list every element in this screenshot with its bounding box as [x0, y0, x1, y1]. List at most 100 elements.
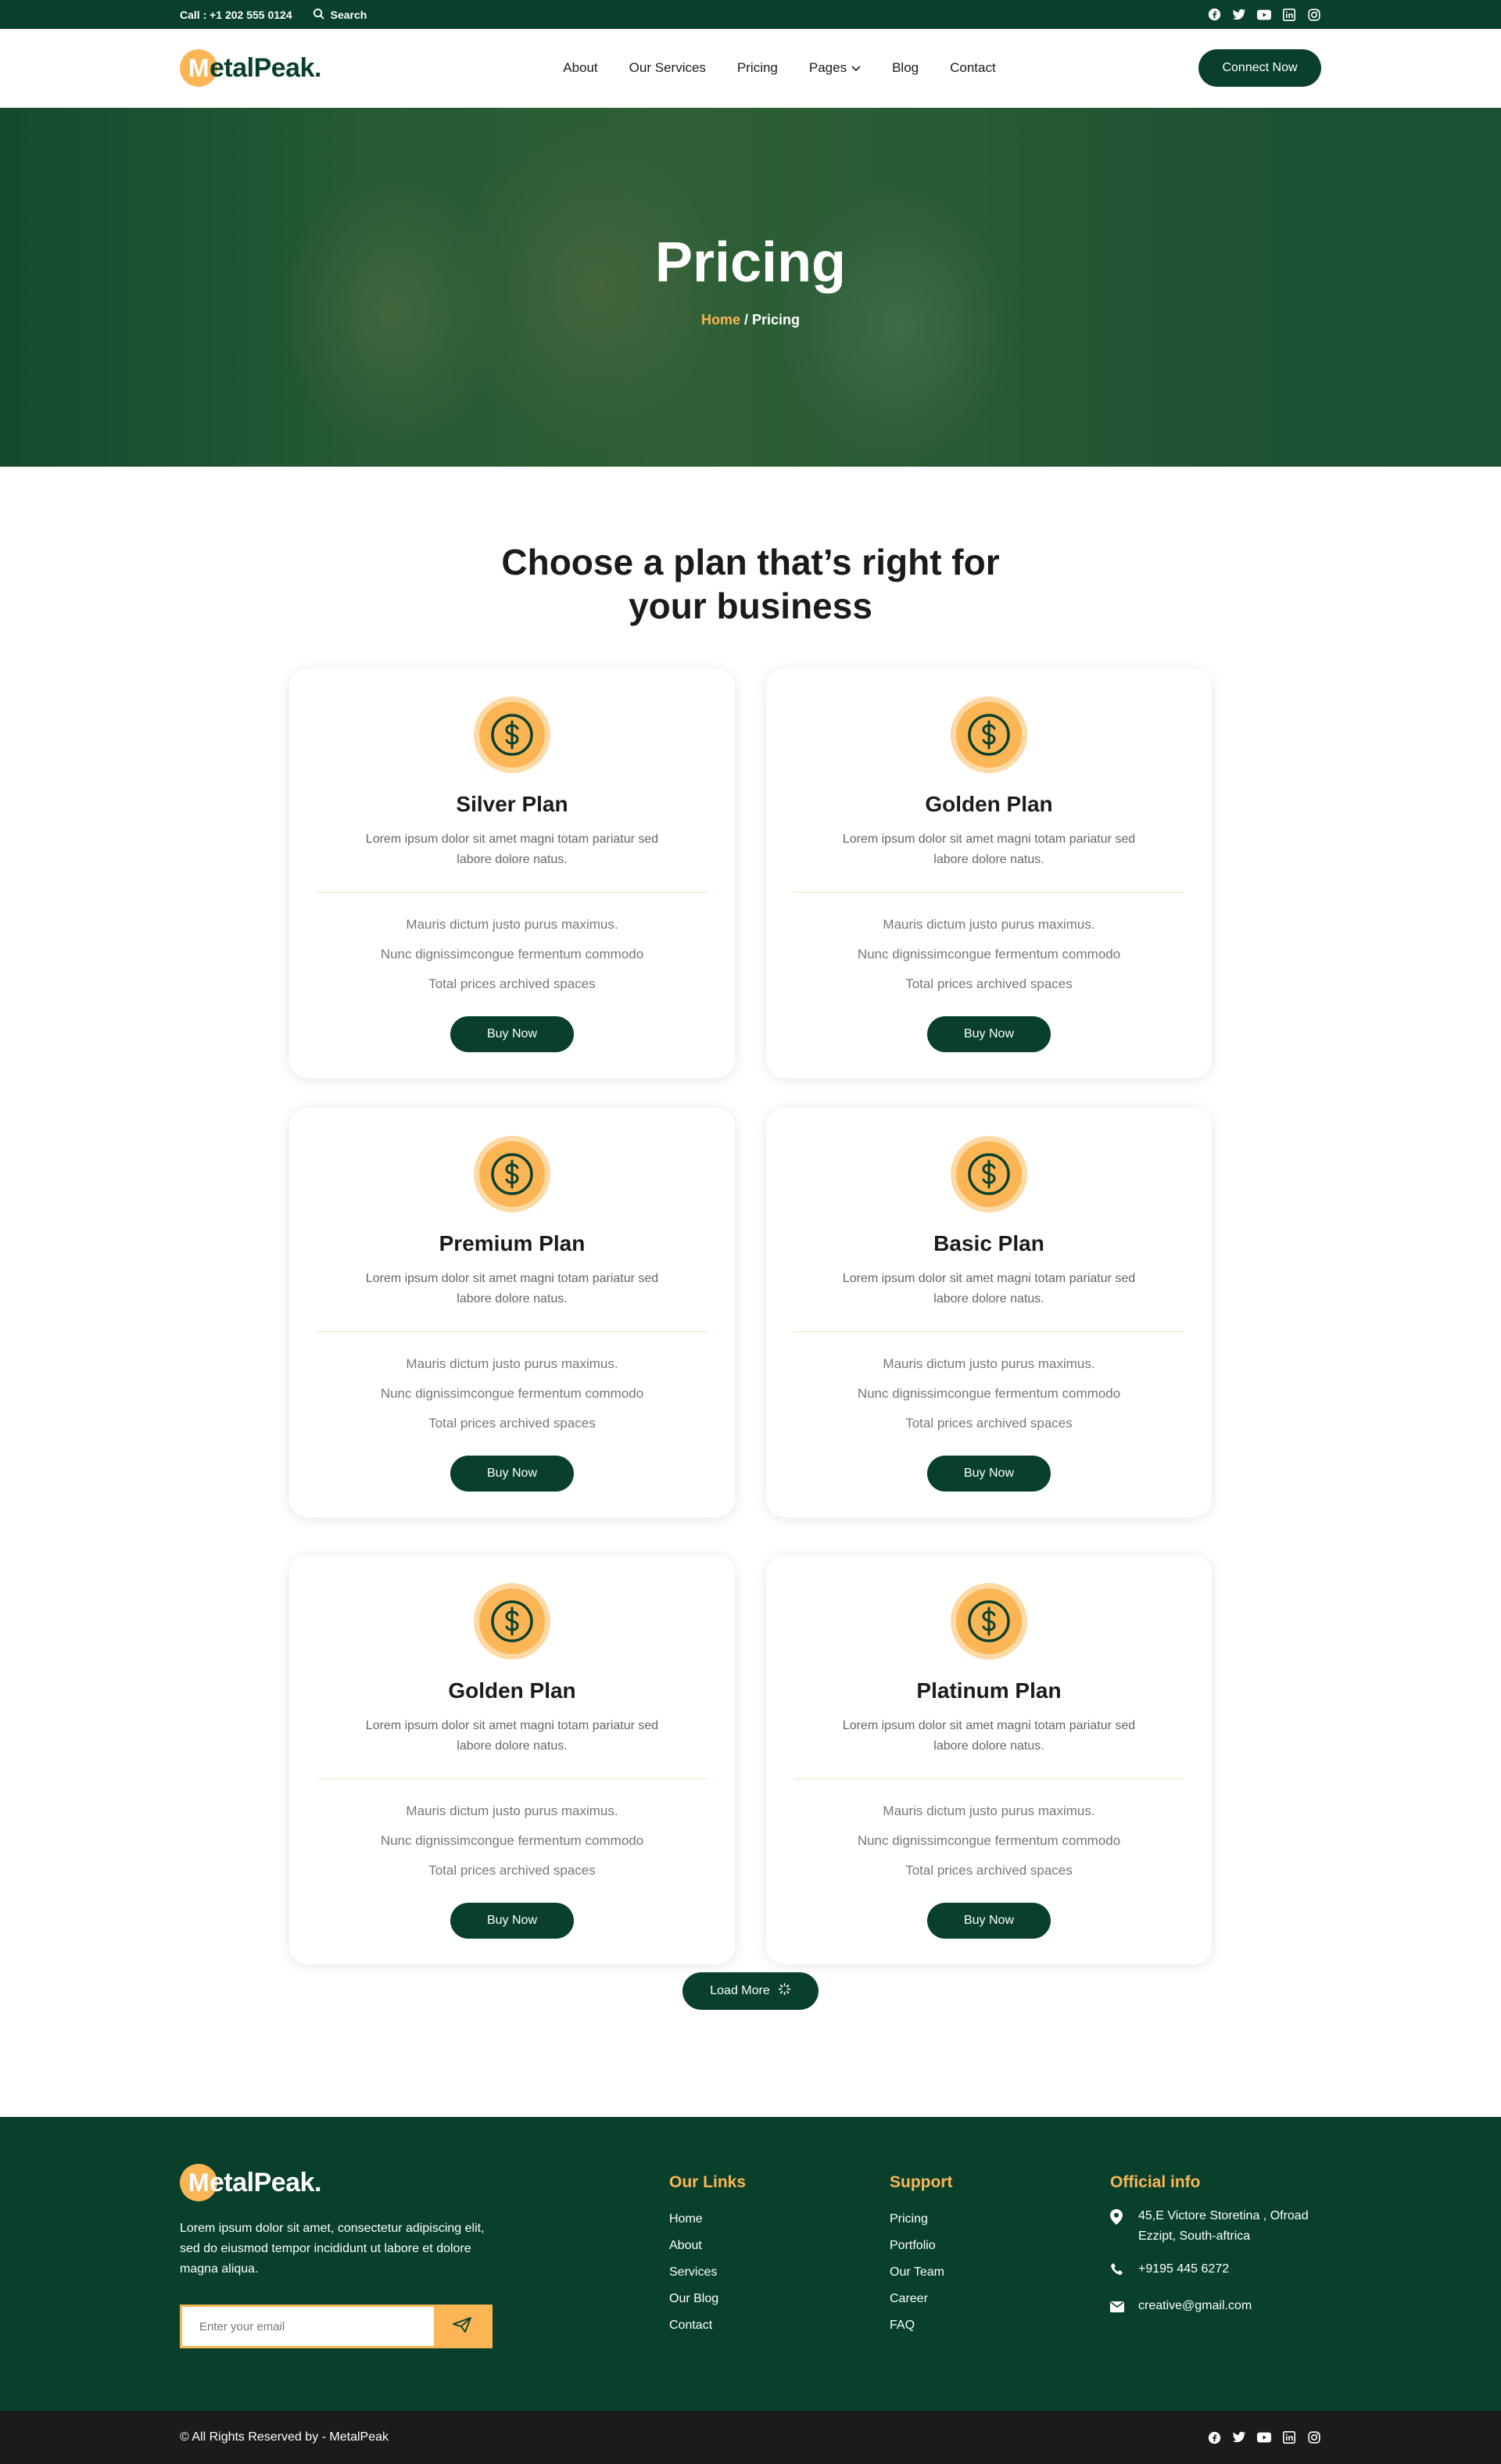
breadcrumb-separator: / [740, 312, 752, 328]
dollar-coin-icon [474, 697, 550, 773]
logo-text: etalPeak. [210, 2167, 321, 2197]
plan-features: Mauris dictum justo purus maximus. Nunc … [858, 1796, 1120, 1886]
buy-now-button[interactable]: Buy Now [450, 1903, 574, 1939]
logo[interactable]: M etalPeak. [180, 49, 321, 87]
nav-blog[interactable]: Blog [892, 60, 919, 76]
feature-item: Nunc dignissimcongue fermentum commodo [857, 1833, 1121, 1848]
divider [317, 892, 708, 893]
youtube-icon[interactable] [1257, 8, 1271, 22]
plan-features: Mauris dictum justo purus maximus. Nunc … [858, 1349, 1120, 1438]
email-text[interactable]: creative@gmail.com [1138, 2296, 1252, 2316]
instagram-icon[interactable] [1307, 2430, 1321, 2444]
buy-now-button[interactable]: Buy Now [450, 1456, 574, 1492]
twitter-icon[interactable] [1232, 8, 1246, 22]
feature-item: Total prices archived spaces [905, 976, 1073, 991]
footer-link-about[interactable]: About [669, 2233, 890, 2259]
buy-now-button[interactable]: Buy Now [450, 1016, 574, 1052]
footer-logo[interactable]: M etalPeak. [180, 2164, 669, 2201]
search-icon [313, 8, 324, 22]
feature-item: Mauris dictum justo purus maximus. [406, 917, 618, 932]
hero-banner: Pricing Home / Pricing [0, 108, 1501, 467]
email-item: creative@gmail.com [1110, 2296, 1321, 2319]
top-bar: Call : +1 202 555 0124 Search [0, 0, 1501, 29]
search-label: Search [330, 8, 367, 21]
plan-description: Lorem ipsum dolor sit amet magni totam p… [842, 833, 1136, 866]
twitter-icon[interactable] [1232, 2430, 1246, 2444]
chevron-down-icon [851, 60, 861, 76]
plan-description: Lorem ipsum dolor sit amet magni totam p… [365, 833, 659, 866]
address-item: 45,E Victore Storetina , Ofroad Ezzipt, … [1110, 2206, 1321, 2247]
footer-link-portfolio[interactable]: Portfolio [890, 2233, 1110, 2259]
linkedin-icon[interactable] [1282, 2430, 1296, 2444]
footer-link-home[interactable]: Home [669, 2206, 890, 2233]
pricing-section: Choose a plan that’s right for your busi… [0, 467, 1501, 2010]
feature-item: Total prices archived spaces [428, 976, 596, 991]
pricing-card: Golden Plan Lorem ipsum dolor sit amet m… [766, 668, 1212, 1078]
plan-features: Mauris dictum justo purus maximus. Nunc … [381, 910, 643, 999]
nav-about[interactable]: About [563, 60, 597, 76]
footer-link-pricing[interactable]: Pricing [890, 2206, 1110, 2233]
youtube-icon[interactable] [1257, 2430, 1271, 2444]
facebook-icon[interactable] [1207, 2430, 1221, 2444]
spinner-icon [778, 1982, 791, 2000]
footer-info-title: Official info [1110, 2173, 1201, 2191]
load-more-button[interactable]: Load More [682, 1972, 819, 2010]
nav-pricing[interactable]: Pricing [737, 60, 778, 76]
call-text[interactable]: Call : +1 202 555 0124 [180, 9, 292, 21]
connect-now-button[interactable]: Connect Now [1198, 49, 1321, 87]
breadcrumb-home[interactable]: Home [701, 312, 740, 328]
nav-contact[interactable]: Contact [950, 60, 996, 76]
footer-info-column: Official info 45,E Victore Storetina , O… [1110, 2164, 1321, 2348]
dollar-coin-icon [474, 1136, 550, 1212]
buy-now-button[interactable]: Buy Now [927, 1456, 1051, 1492]
footer-link-services[interactable]: Services [669, 2259, 890, 2286]
divider [793, 1778, 1184, 1779]
send-button[interactable] [434, 2307, 490, 2346]
feature-item: Nunc dignissimcongue fermentum commodo [857, 1386, 1121, 1401]
footer-link-blog[interactable]: Our Blog [669, 2286, 890, 2312]
buy-now-button[interactable]: Buy Now [927, 1016, 1051, 1052]
nav-pages[interactable]: Pages [809, 60, 861, 76]
plan-description: Lorem ipsum dolor sit amet magni totam p… [842, 1272, 1136, 1305]
feature-item: Nunc dignissimcongue fermentum commodo [380, 1833, 644, 1848]
social-links [1207, 8, 1321, 22]
plan-description: Lorem ipsum dolor sit amet magni totam p… [365, 1719, 659, 1753]
footer-link-contact[interactable]: Contact [669, 2312, 890, 2339]
buy-now-button[interactable]: Buy Now [927, 1903, 1051, 1939]
mail-icon [1110, 2296, 1127, 2319]
divider [317, 1778, 708, 1779]
search-button[interactable]: Search [313, 8, 367, 22]
newsletter-form [180, 2305, 493, 2348]
linkedin-icon[interactable] [1282, 8, 1296, 22]
divider [793, 892, 1184, 893]
footer-link-faq[interactable]: FAQ [890, 2312, 1110, 2339]
instagram-icon[interactable] [1307, 8, 1321, 22]
facebook-icon[interactable] [1207, 8, 1221, 22]
plan-name: Premium Plan [439, 1231, 586, 1255]
page-title: Pricing [654, 231, 847, 294]
feature-item: Nunc dignissimcongue fermentum commodo [857, 947, 1121, 962]
dollar-coin-icon [951, 1136, 1027, 1212]
footer-link-our-team[interactable]: Our Team [890, 2259, 1110, 2286]
footer-link-career[interactable]: Career [890, 2286, 1110, 2312]
nav-our-services[interactable]: Our Services [629, 60, 706, 76]
feature-item: Total prices archived spaces [905, 1863, 1073, 1878]
plan-name: Basic Plan [933, 1231, 1044, 1255]
feature-item: Mauris dictum justo purus maximus. [406, 1803, 618, 1818]
feature-item: Mauris dictum justo purus maximus. [883, 917, 1095, 932]
dollar-coin-icon [474, 1583, 550, 1660]
feature-item: Total prices archived spaces [428, 1416, 596, 1431]
plan-description: Lorem ipsum dolor sit amet magni totam p… [365, 1272, 659, 1305]
address-text: 45,E Victore Storetina , Ofroad Ezzipt, … [1138, 2209, 1309, 2243]
phone-text[interactable]: +9195 445 6272 [1138, 2259, 1229, 2280]
divider [317, 1331, 708, 1332]
feature-item: Total prices archived spaces [905, 1416, 1073, 1431]
pricing-card: Platinum Plan Lorem ipsum dolor sit amet… [766, 1555, 1212, 1964]
bottom-bar: © All Rights Reserved by - MetalPeak [0, 2411, 1501, 2464]
plan-features: Mauris dictum justo purus maximus. Nunc … [381, 1796, 643, 1886]
divider [793, 1331, 1184, 1332]
email-input[interactable] [182, 2307, 434, 2346]
copyright-text: © All Rights Reserved by - MetalPeak [180, 2430, 389, 2444]
dollar-coin-icon [951, 1583, 1027, 1660]
load-more-label: Load More [710, 1984, 770, 1997]
